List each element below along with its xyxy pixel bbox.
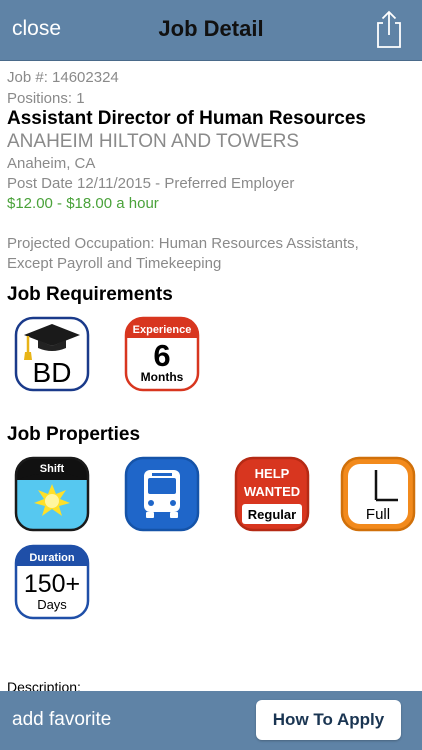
wage-range: $12.00 - $18.00 a hour — [7, 195, 159, 212]
share-icon[interactable] — [374, 9, 404, 49]
job-properties-heading: Job Properties — [7, 424, 141, 445]
employment-type: Regular — [248, 507, 296, 522]
projected-occupation-line2: Except Payroll and Timekeeping — [7, 255, 222, 272]
page-title: Job Detail — [158, 16, 264, 41]
navigation-bar: close Job Detail — [0, 0, 422, 61]
job-number: Job #: 14602324 — [7, 69, 119, 86]
positions: Positions: 1 — [7, 90, 85, 107]
experience-label: Experience — [133, 324, 192, 336]
full-time-badge: Full — [340, 456, 416, 532]
help-wanted-line1: HELP — [255, 466, 290, 481]
help-wanted-badge: HELP WANTED Regular — [234, 456, 310, 532]
bus-icon — [144, 470, 180, 518]
shift-label: Shift — [40, 463, 65, 475]
how-to-apply-button[interactable]: How To Apply — [256, 700, 401, 740]
experience-number: 6 — [153, 338, 170, 373]
job-detail-content[interactable]: Job #: 14602324 Positions: 1 Assistant D… — [0, 61, 422, 691]
duration-unit: Days — [37, 597, 67, 612]
job-requirements-heading: Job Requirements — [7, 284, 173, 305]
full-time-text: Full — [366, 506, 390, 523]
close-button[interactable]: close — [12, 17, 61, 41]
experience-badge: Experience 6 Months — [124, 316, 200, 392]
duration-number: 150+ — [24, 570, 80, 598]
shift-badge: Shift — [14, 456, 90, 532]
help-wanted-line2: WANTED — [244, 484, 300, 499]
add-favorite-button[interactable]: add favorite — [12, 709, 111, 731]
bottom-toolbar: add favorite How To Apply — [0, 691, 422, 750]
transit-badge — [124, 456, 200, 532]
degree-text: BD — [33, 357, 72, 388]
duration-label: Duration — [29, 552, 75, 564]
projected-occupation-line1: Projected Occupation: Human Resources As… — [7, 235, 359, 252]
experience-unit: Months — [141, 370, 184, 384]
description-label: Description: — [7, 679, 81, 691]
degree-badge: BD — [14, 316, 90, 392]
post-date: Post Date 12/11/2015 - Preferred Employe… — [7, 175, 295, 192]
employer-name: ANAHEIM HILTON AND TOWERS — [7, 131, 300, 152]
job-title: Assistant Director of Human Resources — [7, 108, 366, 129]
job-location: Anaheim, CA — [7, 155, 96, 172]
duration-badge: Duration 150+ Days — [14, 544, 90, 620]
